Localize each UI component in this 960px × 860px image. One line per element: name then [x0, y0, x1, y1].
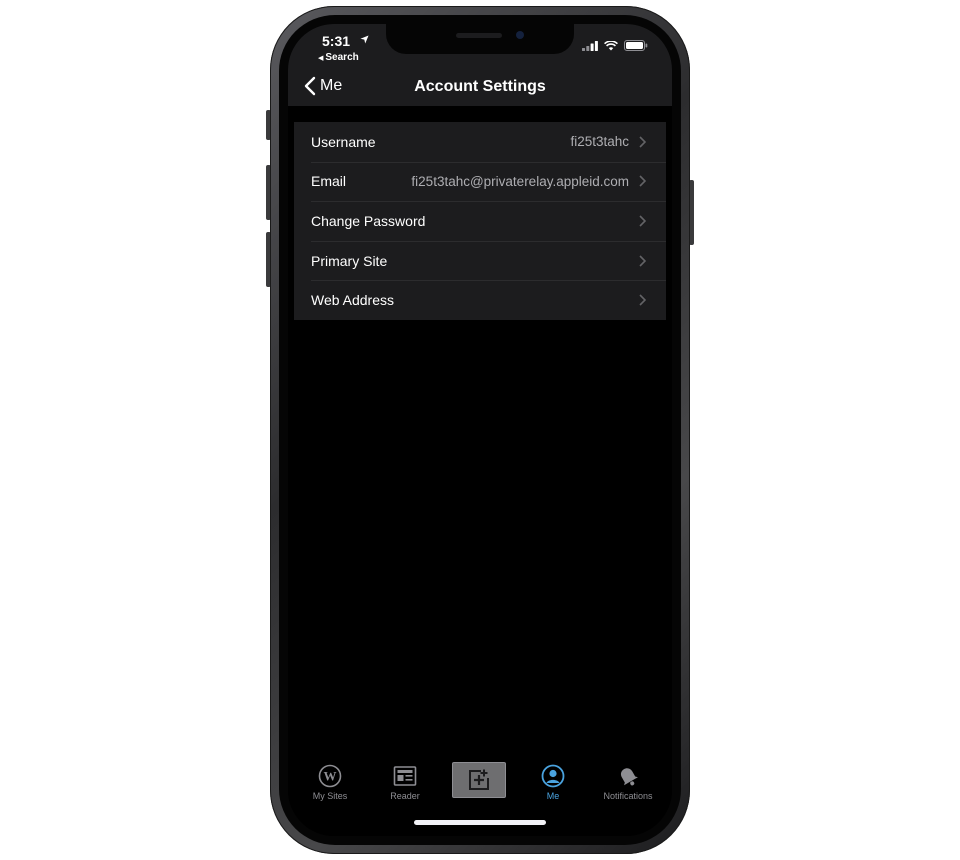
back-button-label: Me [320, 77, 343, 94]
new-post-icon [469, 769, 489, 790]
tab-reader[interactable]: Reader [367, 760, 443, 810]
svg-text:W: W [324, 769, 337, 784]
tab-label: Reader [390, 791, 420, 801]
back-to-app-link[interactable]: ◀ Search [318, 52, 359, 63]
stage: 5:31 ◀ Search Account Settings Me Userna… [0, 0, 960, 860]
settings-row-label: Primary Site [311, 252, 388, 269]
status-indicators [582, 40, 648, 51]
phone-screen: 5:31 ◀ Search Account Settings Me Userna… [288, 24, 672, 836]
settings-row-email[interactable]: Email fi25t3tahc@privaterelay.appleid.co… [294, 161, 666, 202]
account-settings-list: Username fi25t3tahc Email fi25t3tahc@pri… [294, 122, 666, 320]
chevron-right-icon [639, 136, 646, 148]
chevron-right-icon [639, 255, 646, 267]
page-title: Account Settings [414, 78, 546, 95]
tab-label: My Sites [312, 791, 348, 801]
reader-icon [393, 766, 417, 786]
notch [386, 24, 574, 54]
settings-row-label: Change Password [311, 212, 426, 229]
navigation-bar: Account Settings Me [288, 68, 672, 106]
battery-icon [624, 40, 648, 51]
back-button[interactable]: Me [304, 74, 342, 98]
tab-my-sites[interactable]: W My Sites [292, 760, 368, 810]
tab-label: Me [546, 791, 560, 801]
settings-row-value: fi25t3tahc@privaterelay.appleid.com [411, 173, 629, 189]
settings-row-label: Email [311, 173, 347, 190]
settings-row-primary-site[interactable]: Primary Site [294, 240, 666, 281]
wordpress-icon: W [318, 764, 342, 788]
tab-notifications[interactable]: Notifications [590, 760, 666, 810]
bell-icon [620, 768, 638, 786]
settings-row-value: fi25t3tahc [570, 134, 629, 150]
chevron-left-icon [304, 76, 316, 96]
chevron-right-icon [639, 175, 646, 187]
earpiece-speaker [456, 33, 502, 38]
front-camera [516, 31, 524, 39]
chevron-right-icon [639, 294, 646, 306]
location-arrow-icon [360, 35, 369, 44]
cellular-signal-icon [582, 40, 598, 51]
settings-row-web-address[interactable]: Web Address [294, 280, 666, 320]
back-triangle-icon: ◀ [318, 55, 324, 62]
status-time: 5:31 [322, 33, 351, 49]
settings-row-username[interactable]: Username fi25t3tahc [294, 122, 666, 162]
wifi-icon [604, 40, 618, 50]
settings-row-change-password[interactable]: Change Password [294, 201, 666, 241]
chevron-right-icon [639, 215, 646, 227]
settings-row-label: Web Address [311, 292, 395, 309]
tab-label: Notifications [603, 791, 653, 801]
person-icon [541, 764, 565, 788]
tab-me[interactable]: Me [515, 760, 591, 810]
home-indicator[interactable] [414, 820, 546, 825]
settings-row-label: Username [311, 133, 376, 150]
back-to-app-label: Search [325, 52, 359, 63]
new-post-button[interactable] [452, 762, 506, 798]
